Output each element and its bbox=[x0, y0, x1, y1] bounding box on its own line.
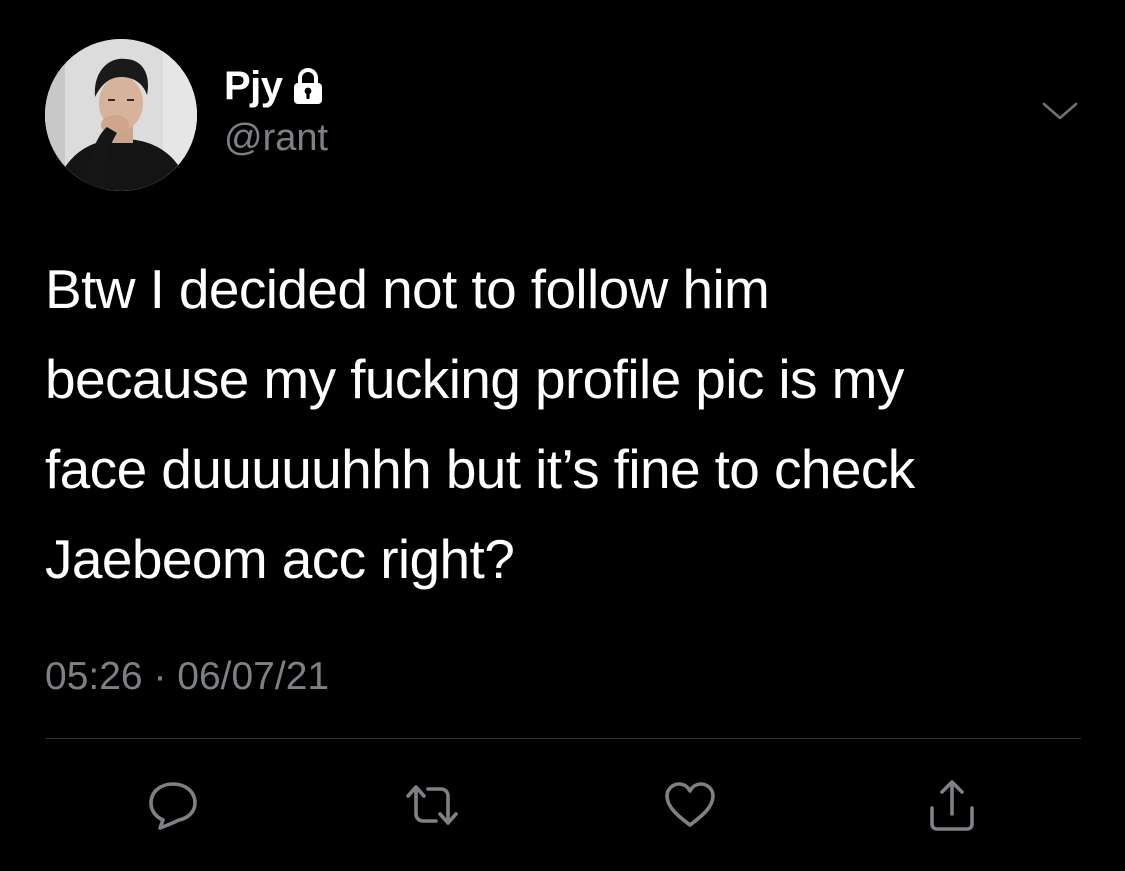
lock-icon bbox=[291, 67, 325, 105]
reply-button[interactable] bbox=[138, 770, 208, 840]
action-bar bbox=[0, 770, 1125, 840]
timestamp-separator: · bbox=[142, 655, 178, 698]
tweet-timestamp[interactable]: 05:26 · 06/07/21 bbox=[45, 652, 329, 702]
divider bbox=[45, 738, 1081, 739]
like-button[interactable] bbox=[655, 770, 725, 840]
retweet-button[interactable] bbox=[397, 770, 467, 840]
retweet-icon bbox=[402, 778, 462, 832]
avatar-photo bbox=[45, 39, 197, 191]
share-icon bbox=[924, 776, 980, 834]
author-name-row: Pjy bbox=[224, 64, 325, 108]
avatar[interactable] bbox=[45, 39, 197, 191]
heart-icon bbox=[662, 779, 718, 831]
display-name[interactable]: Pjy bbox=[224, 64, 283, 108]
tweet-date: 06/07/21 bbox=[177, 655, 330, 698]
author-handle[interactable]: @rant bbox=[224, 116, 328, 160]
tweet-text: Btw I decided not to follow him because … bbox=[45, 258, 915, 590]
chevron-down-icon[interactable] bbox=[1040, 98, 1080, 126]
share-button[interactable] bbox=[917, 770, 987, 840]
tweet-time: 05:26 bbox=[45, 655, 143, 698]
tweet: Pjy @rant Btw I decided not to follow hi… bbox=[0, 0, 1125, 871]
reply-icon bbox=[146, 778, 200, 832]
